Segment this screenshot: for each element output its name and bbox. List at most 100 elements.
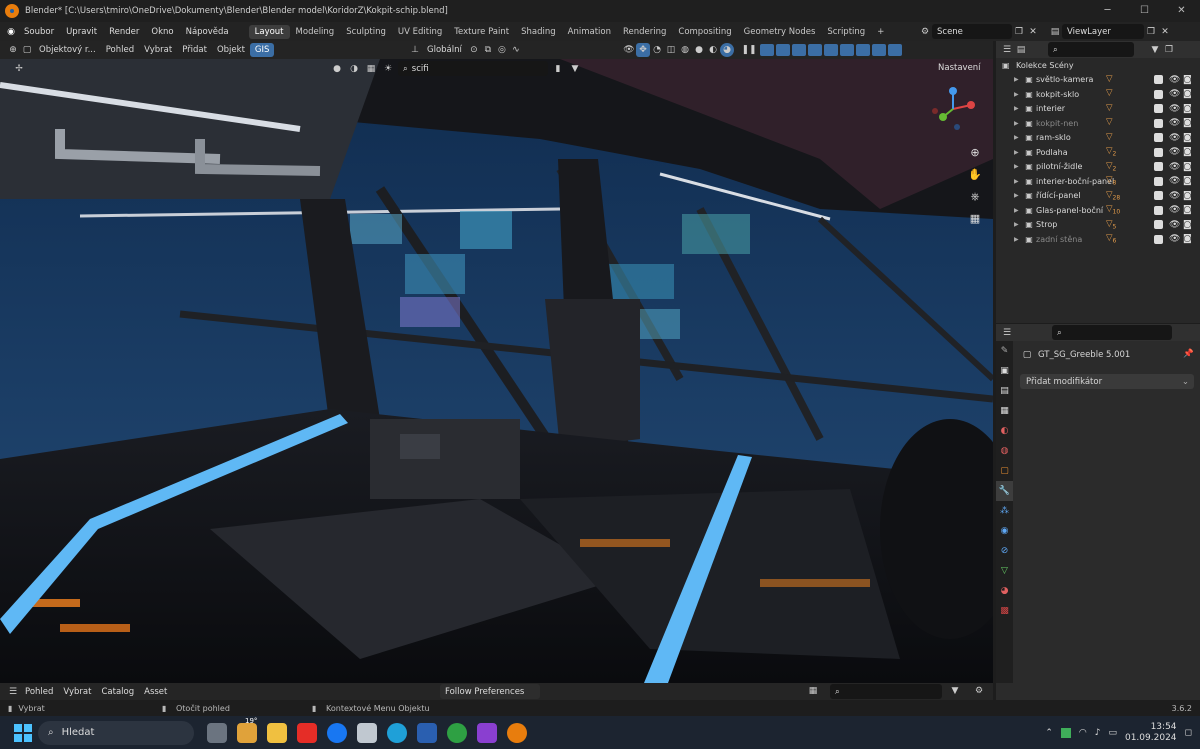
add-workspace-button[interactable]: +	[871, 25, 890, 39]
app-icon-1[interactable]	[357, 722, 377, 743]
overlay-icon[interactable]: ◔	[650, 43, 664, 57]
asset-menu-catalog[interactable]: Catalog	[96, 687, 139, 697]
menu-window[interactable]: Okno	[145, 27, 179, 37]
outliner-item[interactable]: ▶ ▣ Glas-panel-boční ▽10 👁 ◙	[996, 203, 1200, 218]
output-tab-icon[interactable]: ▤	[996, 381, 1013, 401]
menu-edit[interactable]: Upravit	[60, 27, 103, 37]
outliner-item[interactable]: ▶ ▣ Podlaha ▽2 👁 ◙	[996, 145, 1200, 160]
outliner-item[interactable]: ▶ ▣ interier ▽ 👁 ◙	[996, 102, 1200, 117]
exclude-checkbox[interactable]	[1154, 104, 1163, 114]
expand-arrow-icon[interactable]: ▶	[1014, 149, 1019, 156]
delete-scene-icon[interactable]: ✕	[1026, 25, 1040, 39]
follow-preferences-dropdown[interactable]: Follow Preferences	[440, 684, 540, 699]
eye-icon[interactable]: 👁	[1169, 191, 1180, 201]
tab-animation[interactable]: Animation	[562, 25, 617, 39]
exclude-checkbox[interactable]	[1154, 75, 1163, 85]
tab-shading[interactable]: Shading	[515, 25, 562, 39]
tool-tab-icon[interactable]: ✎	[996, 341, 1013, 361]
render-camera-icon[interactable]: ◙	[1183, 220, 1192, 230]
wireframe-icon[interactable]: ◍	[678, 43, 692, 57]
render-camera-icon[interactable]: ◙	[1183, 147, 1192, 157]
eye-icon[interactable]: 👁	[1169, 133, 1180, 143]
asset-menu-asset[interactable]: Asset	[139, 687, 172, 697]
collection-toggle-6[interactable]	[840, 44, 854, 56]
texture-tab-icon[interactable]: ▩	[996, 601, 1013, 621]
outliner-item[interactable]: ▶ ▣ kokpit-sklo ▽ 👁 ◙	[996, 87, 1200, 102]
exclude-checkbox[interactable]	[1154, 147, 1163, 157]
render-camera-icon[interactable]: ◙	[1183, 104, 1192, 114]
render-camera-icon[interactable]: ◙	[1183, 191, 1192, 201]
xray-icon[interactable]: ◫	[664, 43, 678, 57]
outliner-search[interactable]: ⌕	[1048, 42, 1134, 57]
exclude-checkbox[interactable]	[1154, 191, 1163, 201]
tab-compositing[interactable]: Compositing	[672, 25, 737, 39]
scene-field[interactable]: Scene	[932, 24, 1012, 39]
pivot-icon[interactable]: ⊙	[467, 43, 481, 57]
data-tab-icon[interactable]: ▽	[996, 561, 1013, 581]
outliner-item[interactable]: ▶ ▣ kokpit-nen ▽ 👁 ◙	[996, 116, 1200, 131]
render-tab-icon[interactable]: ▣	[996, 361, 1013, 381]
scene-tab-icon[interactable]: ◐	[996, 421, 1013, 441]
menu-gis[interactable]: GIS	[249, 43, 275, 57]
pause-icon[interactable]: ❚❚	[741, 43, 756, 57]
editor-type-icon[interactable]: ⊕	[6, 43, 20, 57]
falloff-icon[interactable]: ∿	[509, 43, 523, 57]
zoom-icon[interactable]: ⊕	[967, 145, 983, 161]
tab-scripting[interactable]: Scripting	[821, 25, 871, 39]
collection-toggle-1[interactable]	[760, 44, 774, 56]
render-camera-icon[interactable]: ◙	[1183, 133, 1192, 143]
render-camera-icon[interactable]: ◙	[1183, 205, 1192, 215]
asset-menu-select[interactable]: Vybrat	[58, 687, 96, 697]
new-view-layer-icon[interactable]: ❐	[1144, 25, 1158, 39]
gizmo-icon[interactable]: ✥	[636, 43, 650, 57]
pan-hand-icon[interactable]: ✋	[967, 167, 983, 183]
render-mode-icon[interactable]: ◑	[347, 62, 361, 76]
tab-uv-editing[interactable]: UV Editing	[392, 25, 448, 39]
notifications-icon[interactable]: ◻	[1185, 728, 1192, 738]
viewport-search-field[interactable]: ⌕ scifi	[398, 61, 548, 76]
eye-icon[interactable]: 👁	[1169, 220, 1180, 230]
collection-toggle-5[interactable]	[824, 44, 838, 56]
grid-perspective-icon[interactable]: ▦	[967, 211, 983, 227]
collection-toggle-2[interactable]	[776, 44, 790, 56]
new-scene-icon[interactable]: ❐	[1012, 25, 1026, 39]
rendered-icon[interactable]: ◕	[720, 43, 734, 57]
exclude-checkbox[interactable]	[1154, 133, 1163, 143]
material-preview-icon[interactable]: ◐	[706, 43, 720, 57]
tab-modeling[interactable]: Modeling	[290, 25, 341, 39]
physics-tab-icon[interactable]: ◉	[996, 521, 1013, 541]
expand-arrow-icon[interactable]: ▶	[1014, 105, 1019, 112]
expand-arrow-icon[interactable]: ▶	[1014, 120, 1019, 127]
orientation-dropdown[interactable]: Globální	[422, 45, 467, 55]
asset-menu-view[interactable]: Pohled	[20, 687, 58, 697]
expand-arrow-icon[interactable]: ▶	[1014, 192, 1019, 199]
viewport-options[interactable]: Nastavení	[938, 63, 981, 73]
exclude-checkbox[interactable]	[1154, 205, 1163, 215]
eye-icon[interactable]: 👁	[1169, 147, 1180, 157]
eye-icon[interactable]: 👁	[1169, 234, 1180, 244]
menu-help[interactable]: Nápověda	[180, 27, 235, 37]
object-tab-icon[interactable]: ▢	[996, 461, 1013, 481]
youtube-icon[interactable]	[297, 722, 317, 743]
proportional-icon[interactable]: ◎	[495, 43, 509, 57]
tray-chevron-up-icon[interactable]: ⌃	[1045, 728, 1053, 738]
eye-icon[interactable]: 👁	[1169, 118, 1180, 128]
tab-sculpting[interactable]: Sculpting	[340, 25, 392, 39]
collection-toggle-8[interactable]	[872, 44, 886, 56]
asset-settings-gear-icon[interactable]: ⚙	[972, 684, 986, 698]
wifi-icon[interactable]: ◠	[1079, 728, 1087, 738]
blender-taskbar-icon[interactable]	[507, 722, 527, 743]
outliner-editor-icon[interactable]: ☰	[1000, 43, 1014, 57]
expand-arrow-icon[interactable]: ▶	[1014, 91, 1019, 98]
collection-toggle-3[interactable]	[792, 44, 806, 56]
lighting-icon[interactable]: ☀	[381, 62, 395, 76]
render-camera-icon[interactable]: ◙	[1183, 234, 1192, 244]
scene-icon[interactable]: ⚙	[918, 25, 932, 39]
xbox-icon[interactable]	[447, 722, 467, 743]
weather-icon[interactable]: 19°	[237, 717, 257, 743]
clock[interactable]: 13:54 01.09.2024	[1125, 722, 1177, 744]
maximize-button[interactable]: ☐	[1126, 0, 1163, 22]
render-camera-icon[interactable]: ◙	[1183, 75, 1192, 85]
tray-app-icon[interactable]	[1060, 727, 1071, 738]
tab-rendering[interactable]: Rendering	[617, 25, 672, 39]
